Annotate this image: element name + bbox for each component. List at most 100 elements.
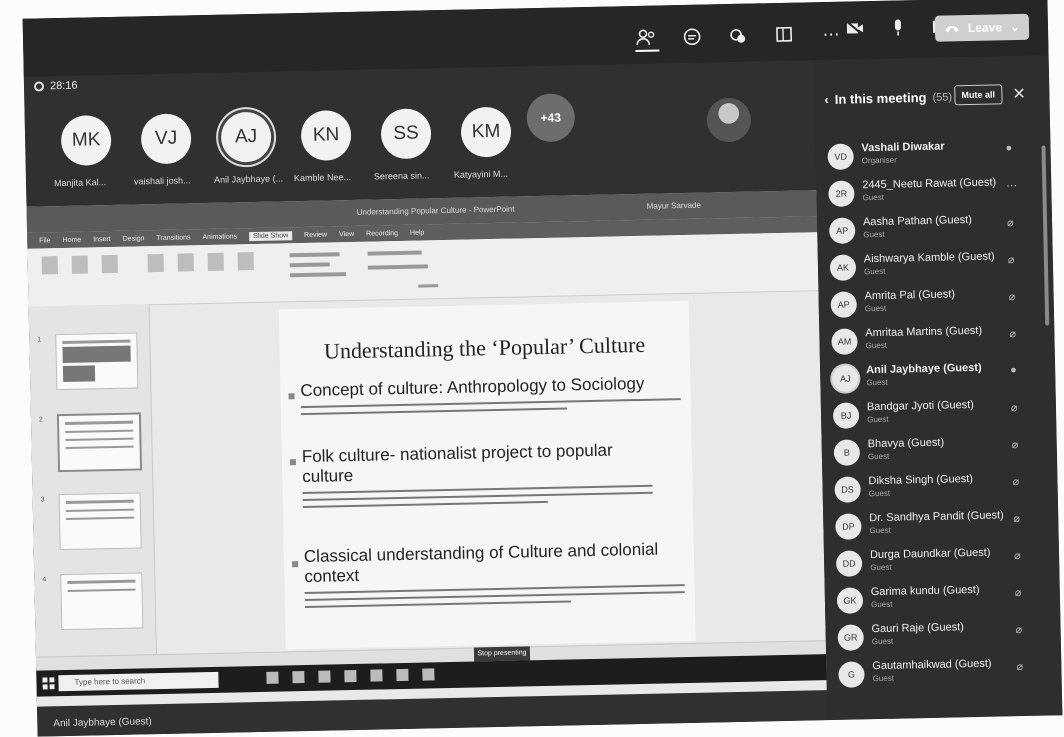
ribbon-tab[interactable]: Animations xyxy=(202,233,237,241)
list-item[interactable]: AP Aasha Pathan (Guest) Guest ⌀ xyxy=(825,210,1041,251)
participant-tile[interactable]: SS Sereena sin... xyxy=(372,102,454,194)
list-item[interactable]: VD Vashali Diwakar Organiser ● xyxy=(823,136,1039,177)
bullet-text: Folk culture- nationalist project to pop… xyxy=(301,440,613,487)
phone-icon xyxy=(944,25,959,33)
chat-icon[interactable] xyxy=(681,27,705,49)
participant-name: Bandgar Jyoti (Guest) xyxy=(866,398,975,414)
ribbon-tab[interactable]: Help xyxy=(410,229,425,236)
list-item[interactable]: GK Garima kundu (Guest) Guest ⌀ xyxy=(833,579,1049,620)
avatar: KM xyxy=(460,106,512,158)
list-item[interactable]: BJ Bandgar Jyoti (Guest) Guest ⌀ xyxy=(829,395,1045,436)
list-item[interactable]: 2R 2445_Neetu Rawat (Guest) Guest ⋯ xyxy=(824,173,1040,214)
taskbar-app-icon[interactable] xyxy=(318,670,331,683)
more-options-icon[interactable]: ⋯ xyxy=(819,24,843,46)
chevron-left-icon[interactable]: ‹ xyxy=(824,92,829,107)
meeting-timer: 28:16 xyxy=(33,79,78,93)
ribbon-tab[interactable]: Home xyxy=(62,236,81,243)
more-participants-badge[interactable]: +43 xyxy=(526,93,576,143)
participant-name: Kamble Nee... xyxy=(293,171,352,184)
slide-number: 3 xyxy=(40,496,45,504)
list-item[interactable]: AJ Anil Jaybhaye (Guest) Guest ● xyxy=(828,358,1044,399)
participant-tile[interactable]: KM Katyayini M... xyxy=(452,100,534,192)
participant-name: Aishwarya Kamble (Guest) xyxy=(863,250,995,266)
slide-title: Understanding the ‘Popular’ Culture xyxy=(323,331,646,364)
participant-name: Manjita Kal... xyxy=(53,177,107,189)
microphone-icon[interactable] xyxy=(891,18,905,36)
avatar: DD xyxy=(835,550,863,577)
ribbon-tab[interactable]: Transitions xyxy=(156,234,190,242)
bullet-detail-line xyxy=(304,600,571,609)
taskbar-app-icon[interactable] xyxy=(396,668,409,682)
stop-presenting-button[interactable]: Stop presenting xyxy=(473,646,531,662)
participant-role: Guest xyxy=(870,562,892,573)
slide-thumbnail[interactable] xyxy=(60,572,144,631)
bullet-detail-line xyxy=(302,491,653,502)
participant-name: Anil Jaybhaye (Guest) xyxy=(866,361,982,377)
list-item[interactable]: DS Diksha Singh (Guest) Guest ⌀ xyxy=(830,468,1046,509)
taskbar-search-input[interactable]: Type here to search xyxy=(58,671,219,692)
panel-header: ‹ In this meeting (55) xyxy=(824,89,952,107)
list-item[interactable]: AP Amrita Pal (Guest) Guest ⌀ xyxy=(826,284,1042,325)
chevron-down-icon[interactable]: ⌄ xyxy=(1010,20,1020,34)
avatar: B xyxy=(833,439,861,466)
scrollbar[interactable] xyxy=(1041,145,1050,326)
participant-role: Guest xyxy=(864,303,887,314)
slide-thumbnail[interactable] xyxy=(55,332,139,391)
window-user: Mayur Sarvade xyxy=(646,200,701,211)
list-item[interactable]: GR Gauri Raje (Guest) Guest ⌀ xyxy=(833,616,1049,657)
participant-role: Guest xyxy=(868,488,891,499)
ribbon-tab[interactable]: File xyxy=(39,237,50,244)
windows-start-icon[interactable] xyxy=(42,677,55,690)
avatar: AJ xyxy=(220,111,272,163)
reactions-icon[interactable] xyxy=(727,26,751,48)
avatar: KN xyxy=(300,109,352,161)
ribbon-tab[interactable]: View xyxy=(339,230,354,237)
more-options-icon[interactable]: ⋯ xyxy=(1006,179,1017,192)
participant-name: Aasha Pathan (Guest) xyxy=(862,213,972,229)
rooms-icon[interactable] xyxy=(773,25,797,47)
avatar: GR xyxy=(837,624,865,651)
people-icon[interactable] xyxy=(634,27,660,52)
mute-all-button[interactable]: Mute all xyxy=(954,84,1003,106)
ribbon-tab[interactable]: Review xyxy=(304,231,327,238)
taskbar-app-icon[interactable] xyxy=(370,669,383,682)
taskbar-app-icon[interactable] xyxy=(344,669,357,683)
taskbar-app-icon[interactable] xyxy=(422,668,435,681)
slide-bullet: Concept of culture: Anthropology to Soci… xyxy=(300,373,681,416)
mic-muted-icon: ⌀ xyxy=(1013,550,1021,563)
participant-tile[interactable]: AJ Anil Jaybhaye (... xyxy=(212,105,294,197)
taskbar-app-icon[interactable] xyxy=(266,671,279,684)
slide-thumbnail[interactable] xyxy=(58,492,142,551)
list-item[interactable]: DP Dr. Sandhya Pandit (Guest) Guest ⌀ xyxy=(831,505,1047,546)
ribbon-tab[interactable]: Recording xyxy=(366,229,398,237)
ribbon-tab[interactable]: Insert xyxy=(93,236,111,243)
bullet-detail-line xyxy=(300,398,681,409)
avatar: SS xyxy=(380,108,432,160)
camera-off-icon[interactable] xyxy=(845,19,865,37)
participant-tile[interactable]: MK Manjita Kal... xyxy=(53,109,135,201)
list-item[interactable]: AM Amritaa Martins (Guest) Guest ⌀ xyxy=(827,321,1043,362)
close-icon[interactable]: ✕ xyxy=(1012,84,1026,104)
bullet-text: Classical understanding of Culture and c… xyxy=(303,539,659,587)
avatar: AK xyxy=(829,254,857,281)
participant-tile[interactable]: KN Kamble Nee... xyxy=(292,104,374,196)
list-item[interactable]: G Gautamhaikwad (Guest) Guest ⌀ xyxy=(834,653,1050,694)
ribbon-tab[interactable]: Design xyxy=(123,235,145,242)
list-item[interactable]: AK Aishwarya Kamble (Guest) Guest ⌀ xyxy=(826,247,1042,288)
participant-tile[interactable]: VJ vaishali josh... xyxy=(132,107,214,199)
participant-role: Guest xyxy=(867,414,889,425)
record-icon xyxy=(33,81,45,92)
timer-text: 28:16 xyxy=(49,79,78,93)
participant-role: Guest xyxy=(867,451,890,462)
list-item[interactable]: B Bhavya (Guest) Guest ⌀ xyxy=(830,432,1046,473)
avatar: AM xyxy=(831,328,858,355)
leave-button[interactable]: Leave ⌄ xyxy=(934,13,1030,42)
slide-thumbnail[interactable] xyxy=(56,412,143,473)
ribbon-tab[interactable]: Slide Show xyxy=(249,230,293,241)
bullet-detail-line xyxy=(302,500,548,509)
list-item[interactable]: DD Durga Daundkar (Guest) Guest ⌀ xyxy=(832,542,1048,583)
mic-muted-icon: ⌀ xyxy=(1008,291,1016,304)
avatar: DP xyxy=(835,513,862,540)
meeting-stage: 28:16 ⋯ MK Manjita Kal... VJ vaishali jo… xyxy=(22,0,1049,737)
taskbar-app-icon[interactable] xyxy=(292,671,305,684)
